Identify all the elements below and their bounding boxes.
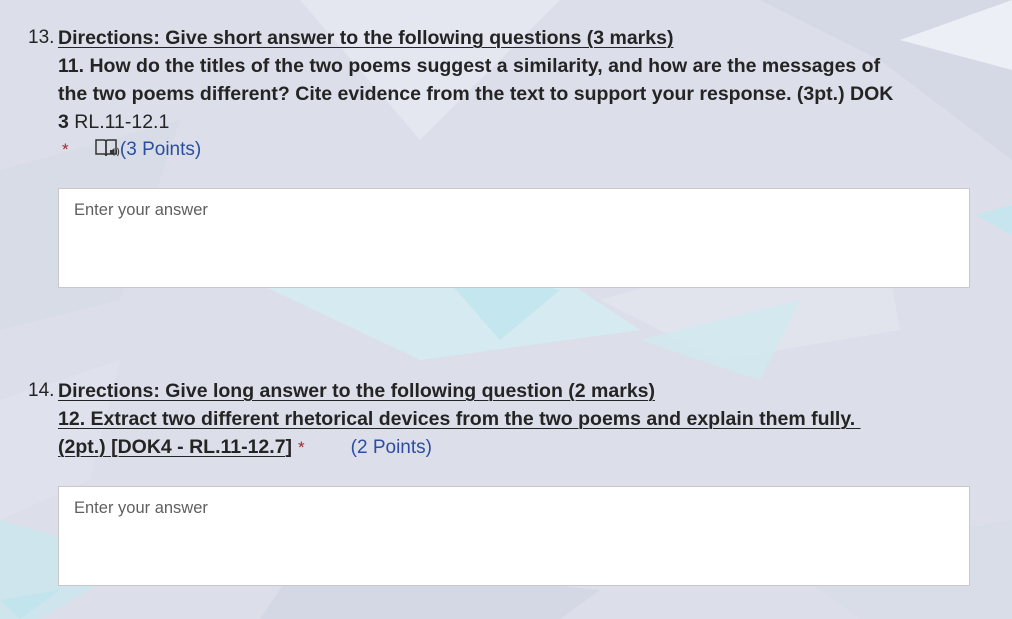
question-prompt-standard: RL.11-12.1 — [68, 111, 170, 133]
question-number: 13. — [28, 27, 55, 48]
question-points: (2 Points) — [350, 437, 432, 458]
question-prompt-line-2: the two poems different? Cite evidence f… — [58, 83, 894, 105]
answer-input-14[interactable]: Enter your answer — [58, 486, 970, 586]
question-points: (3 Points) — [119, 139, 202, 160]
immersive-reader-icon[interactable] — [94, 137, 120, 159]
answer-placeholder: Enter your answer — [74, 201, 208, 219]
question-prompt-line-1: 12. Extract two different rhetorical dev… — [58, 408, 861, 430]
answer-input-13[interactable]: Enter your answer — [58, 188, 970, 288]
question-body: Directions: Give short answer to the fol… — [58, 24, 973, 164]
question-prompt-line-3: 3 RL.11-12.1 — [58, 108, 973, 136]
question-prompt-line-1: 11. How do the titles of the two poems s… — [58, 55, 881, 77]
question-body: Directions: Give long answer to the foll… — [58, 377, 973, 462]
question-directions: Directions: Give short answer to the fol… — [58, 27, 674, 49]
question-directions: Directions: Give long answer to the foll… — [58, 380, 655, 402]
question-meta: * (3 Points) — [58, 136, 973, 164]
required-marker: * — [62, 140, 69, 159]
question-number: 14. — [28, 380, 55, 401]
required-marker: * — [298, 438, 305, 457]
question-prompt-dok-level: 3 — [58, 111, 69, 133]
question-prompt-line-2-row: (2pt.) [DOK4 - RL.11-12.7] * (2 Points) — [58, 433, 973, 462]
question-prompt-line-2: (2pt.) [DOK4 - RL.11-12.7] — [58, 436, 293, 458]
answer-placeholder: Enter your answer — [74, 499, 208, 517]
